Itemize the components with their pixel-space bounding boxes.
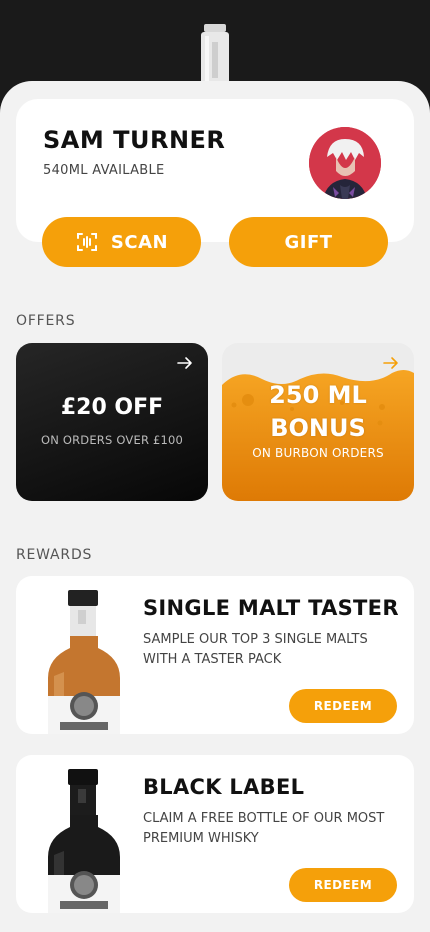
offer-title-line1: 250 ML: [269, 381, 367, 409]
profile-name: SAM TURNER: [43, 126, 226, 154]
reward-title: BLACK LABEL: [143, 775, 305, 799]
arrow-right-icon: [383, 357, 398, 369]
avatar[interactable]: [309, 127, 381, 199]
redeem-button[interactable]: REDEEM: [289, 689, 397, 723]
rewards-heading: REWARDS: [16, 547, 93, 563]
scan-label: SCAN: [110, 231, 169, 253]
amber-bottle-image: [48, 590, 120, 734]
reward-card: BLACK LABEL CLAIM A FREE BOTTLE OF OUR M…: [16, 755, 414, 913]
offer-title: £20 OFF: [60, 395, 164, 420]
offer-subtitle: ON BURBON ORDERS: [252, 446, 384, 460]
balance-text: 540ML AVAILABLE: [43, 163, 165, 178]
offer-title: 250 ML BONUS: [222, 379, 414, 445]
avatar-illustration-icon: [309, 127, 381, 199]
redeem-button[interactable]: REDEEM: [289, 868, 397, 902]
scan-button[interactable]: SCAN: [42, 217, 201, 267]
offer-subtitle: ON ORDERS OVER £100: [40, 433, 184, 447]
offer-card-discount[interactable]: £20 OFF ON ORDERS OVER £100: [16, 343, 208, 501]
scan-icon: [76, 233, 97, 251]
reward-title: SINGLE MALT TASTER: [143, 596, 399, 620]
offer-card-bonus[interactable]: 250 ML BONUS ON BURBON ORDERS: [222, 343, 414, 501]
reward-card: SINGLE MALT TASTER SAMPLE OUR TOP 3 SING…: [16, 576, 414, 734]
offer-title-line2: BONUS: [270, 414, 366, 442]
offers-heading: OFFERS: [16, 313, 76, 329]
gift-label: GIFT: [284, 231, 333, 253]
gift-button[interactable]: GIFT: [229, 217, 388, 267]
hero-bottle-image: [201, 24, 229, 90]
reward-description: SAMPLE OUR TOP 3 SINGLE MALTS WITH A TAS…: [143, 632, 368, 667]
reward-description: CLAIM A FREE BOTTLE OF OUR MOST PREMIUM …: [143, 811, 385, 846]
arrow-right-icon: [177, 357, 192, 369]
black-bottle-image: [48, 769, 120, 913]
